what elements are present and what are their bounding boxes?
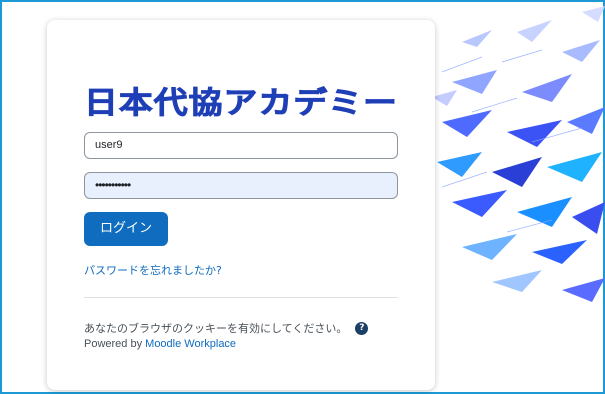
password-field[interactable]: ••••••••••• xyxy=(84,172,398,199)
login-card: 日本代協アカデミー user9 ••••••••••• ログイン パスワードを忘… xyxy=(47,20,435,390)
cookies-text: あなたのブラウザのクッキーを有効にしてください。 xyxy=(84,322,348,335)
cookies-notice: あなたのブラウザのクッキーを有効にしてください。 ? xyxy=(84,320,369,336)
forgot-password-link[interactable]: パスワードを忘れましたか? xyxy=(84,262,222,278)
username-field[interactable]: user9 xyxy=(84,132,398,159)
powered-by: Powered by Moodle Workplace xyxy=(84,338,236,350)
moodle-workplace-link[interactable]: Moodle Workplace xyxy=(145,338,236,350)
login-button[interactable]: ログイン xyxy=(84,212,168,246)
divider xyxy=(84,297,398,298)
background-artwork xyxy=(432,6,605,302)
powered-by-prefix: Powered by xyxy=(84,338,146,350)
help-icon[interactable]: ? xyxy=(355,321,369,335)
site-logo: 日本代協アカデミー xyxy=(84,86,398,120)
browser-frame: 日本代協アカデミー user9 ••••••••••• ログイン パスワードを忘… xyxy=(0,0,605,394)
logo-text: 日本代協アカデミー xyxy=(84,86,398,120)
